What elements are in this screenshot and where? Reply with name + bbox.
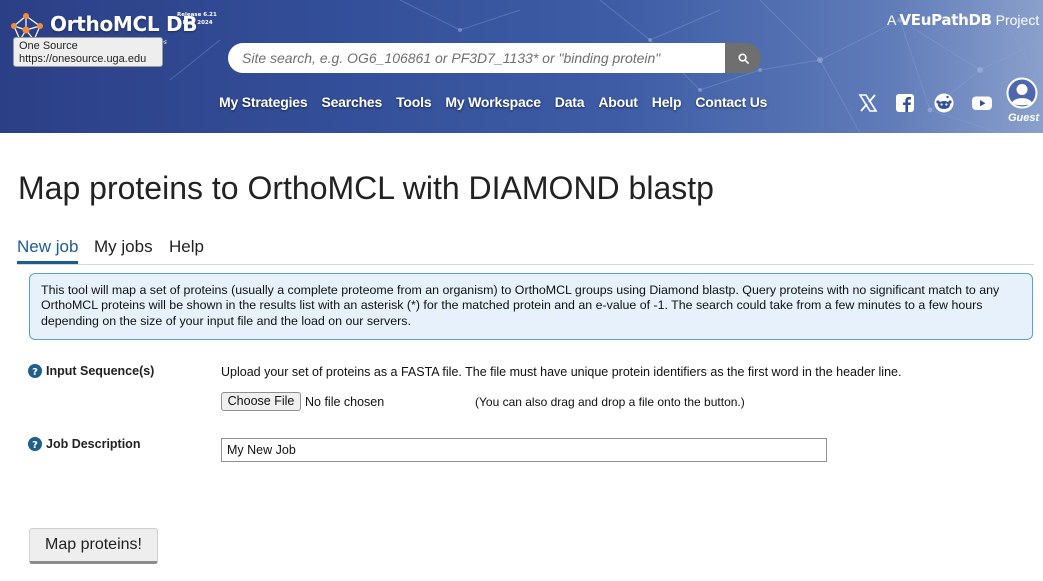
tooltip-url: https://onesource.uga.edu — [19, 53, 147, 65]
job-description-input[interactable] — [221, 438, 827, 462]
tab-help[interactable]: Help — [169, 237, 204, 257]
tooltip-title: One Source — [19, 40, 78, 52]
svg-text:?: ? — [32, 367, 38, 378]
facebook-icon[interactable] — [894, 93, 916, 113]
main-nav: My Strategies Searches Tools My Workspac… — [219, 94, 781, 114]
nav-contact-us[interactable]: Contact Us — [695, 94, 767, 114]
project-brand: VEuPathDB — [899, 11, 992, 29]
user-avatar-icon[interactable] — [1006, 77, 1038, 109]
job-description-label-text: Job Description — [46, 437, 141, 451]
input-sequence-label: ? Input Sequence(s) — [28, 364, 154, 378]
site-search-input[interactable] — [228, 43, 725, 73]
job-description-label: ? Job Description — [28, 437, 140, 451]
release-info: Release 6.21 7 May 2024 — [177, 11, 217, 27]
release-date: 7 May 2024 — [177, 20, 213, 26]
x-icon[interactable] — [857, 93, 879, 113]
page-title: Map proteins to OrthoMCL with DIAMOND bl… — [18, 170, 714, 206]
tab-my-jobs[interactable]: My jobs — [94, 237, 153, 257]
help-icon[interactable]: ? — [28, 364, 42, 378]
nav-my-workspace[interactable]: My Workspace — [445, 94, 541, 114]
reddit-icon[interactable] — [933, 93, 955, 113]
link-tooltip: One Source https://onesource.uga.edu — [13, 37, 163, 67]
youtube-icon[interactable] — [971, 93, 993, 113]
drag-drop-note: (You can also drag and drop a file onto … — [475, 395, 745, 409]
svg-text:?: ? — [32, 440, 38, 451]
guest-label[interactable]: Guest — [1008, 112, 1039, 124]
tool-description: This tool will map a set of proteins (us… — [29, 273, 1033, 340]
nav-tools[interactable]: Tools — [396, 94, 431, 114]
project-suffix: Project — [995, 12, 1040, 28]
file-status: No file chosen — [305, 395, 385, 409]
logo-text[interactable]: OrthoMCL DB — [50, 12, 198, 36]
tab-new-job[interactable]: New job — [17, 237, 79, 264]
nav-my-strategies[interactable]: My Strategies — [219, 94, 308, 114]
site-header: OrthoMCL DB Release 6.21 7 May 2024 es O… — [0, 0, 1043, 133]
choose-file-button[interactable]: Choose File — [221, 392, 301, 411]
input-sequence-help-text: Upload your set of proteins as a FASTA f… — [221, 365, 902, 379]
nav-about[interactable]: About — [598, 94, 638, 114]
nav-help[interactable]: Help — [652, 94, 682, 114]
search-button[interactable] — [725, 43, 761, 73]
site-search — [228, 43, 761, 73]
nav-searches[interactable]: Searches — [321, 94, 382, 114]
nav-data[interactable]: Data — [555, 94, 585, 114]
release-version: Release 6.21 — [177, 12, 217, 18]
project-prefix: A — [887, 12, 896, 28]
map-proteins-button[interactable]: Map proteins! — [29, 528, 158, 564]
help-icon[interactable]: ? — [28, 437, 42, 451]
veupathdb-project-link[interactable]: A VEuPathDB Project — [887, 11, 1039, 29]
input-sequence-label-text: Input Sequence(s) — [46, 364, 155, 378]
search-icon — [737, 52, 749, 64]
job-tabs: New job My jobs Help — [17, 234, 1034, 265]
